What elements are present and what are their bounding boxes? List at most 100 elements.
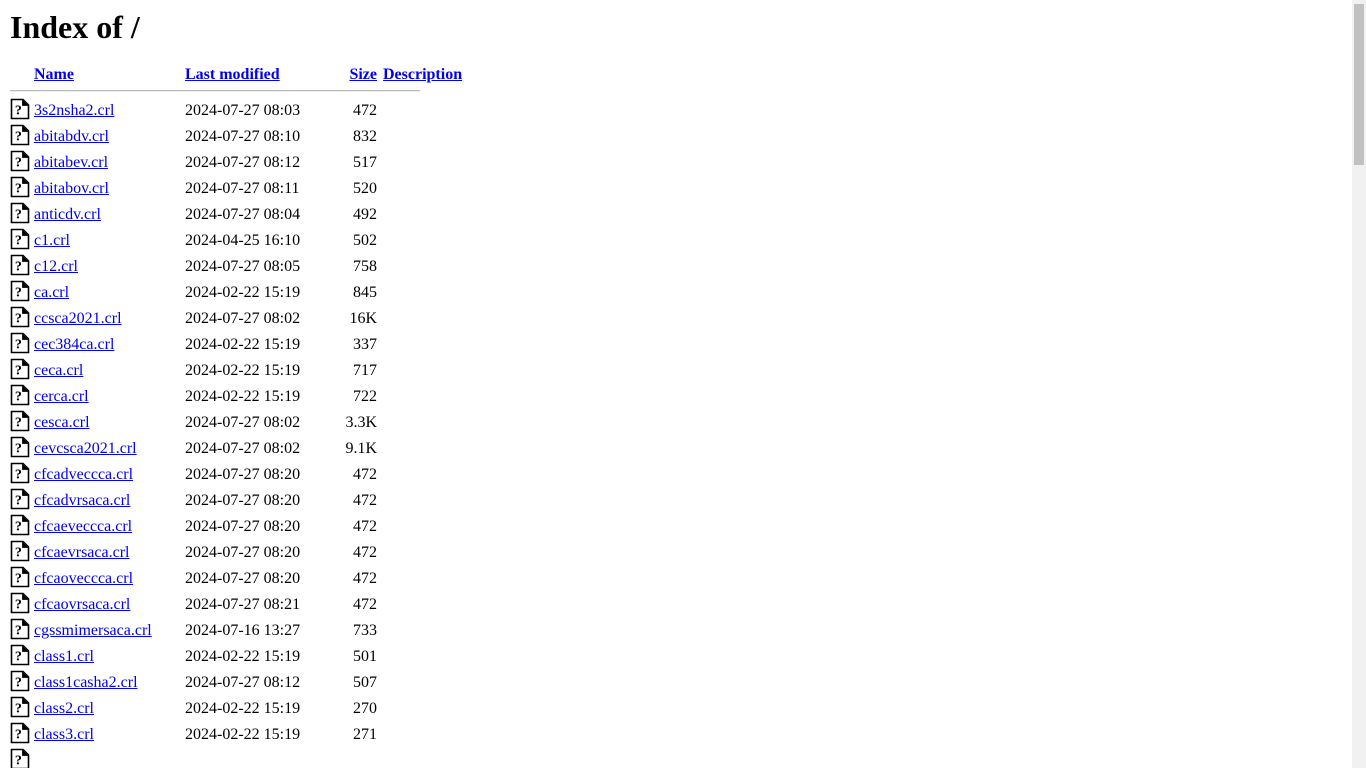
unknown-file-icon: ? <box>10 202 34 228</box>
table-row[interactable]: ? cerca.crl 2024-02-22 15:19 722 <box>10 384 467 410</box>
size-cell: 472 <box>353 518 377 535</box>
file-link[interactable]: cec384ca.crl <box>34 336 114 353</box>
file-name-cell: anticdv.crl <box>34 202 185 228</box>
table-body: ? 3s2nsha2.crl 2024-07-27 08:03 472? abitabd… <box>10 98 467 768</box>
table-row[interactable]: ? cevcsca2021.crl 2024-07-27 08:02 9.1K <box>10 436 467 462</box>
svg-text:?: ? <box>15 338 22 353</box>
table-row[interactable]: ? cec384ca.crl 2024-02-22 15:19 337 <box>10 332 467 358</box>
table-row[interactable]: ? class1.crl 2024-02-22 15:19 501 <box>10 644 467 670</box>
file-link[interactable]: class2.crl <box>34 700 94 717</box>
unknown-file-icon: ? <box>10 644 34 670</box>
last-modified-cell: 2024-07-27 08:02 <box>185 440 301 457</box>
column-header-last-modified: Last modified <box>185 61 340 88</box>
file-link[interactable]: abitabdv.crl <box>34 128 109 145</box>
file-link[interactable]: cfcaevrsaca.crl <box>34 544 129 561</box>
header-separator-cell <box>10 88 467 98</box>
description-cell <box>377 228 467 254</box>
file-name-cell: cgssmimersaca.crl <box>34 618 185 644</box>
table-row[interactable]: ? class2.crl 2024-02-22 15:19 270 <box>10 696 467 722</box>
description-cell <box>377 124 467 150</box>
size-cell: 472 <box>353 544 377 561</box>
table-row[interactable]: ? ceca.crl 2024-02-22 15:19 717 <box>10 358 467 384</box>
table-row[interactable]: ? 3s2nsha2.crl 2024-07-27 08:03 472 <box>10 98 467 124</box>
file-name-cell: 3s2nsha2.crl <box>34 98 185 124</box>
table-row[interactable]: ? cfcaeveccca.crl 2024-07-27 08:20 472 <box>10 514 467 540</box>
table-row[interactable]: ? class3.crl 2024-02-22 15:19 271 <box>10 722 467 748</box>
file-name-cell: class1.crl <box>34 644 185 670</box>
file-link[interactable]: abitabov.crl <box>34 180 109 197</box>
file-link[interactable]: cfcaeveccca.crl <box>34 518 132 535</box>
file-name-cell: ceca.crl <box>34 358 185 384</box>
file-link[interactable]: cgssmimersaca.crl <box>34 622 152 639</box>
table-row[interactable]: ? cfcadveccca.crl 2024-07-27 08:20 472 <box>10 462 467 488</box>
file-link[interactable]: abitabev.crl <box>34 154 108 171</box>
last-modified-cell: 2024-07-27 08:03 <box>185 102 301 119</box>
file-name-cell: abitabov.crl <box>34 176 185 202</box>
table-row[interactable]: ? abitabev.crl 2024-07-27 08:12 517 <box>10 150 467 176</box>
file-link[interactable]: cfcadveccca.crl <box>34 466 133 483</box>
file-link[interactable]: ccsca2021.crl <box>34 310 122 327</box>
file-link[interactable]: 3s2nsha2.crl <box>34 102 114 119</box>
size-cell: 758 <box>353 258 377 275</box>
table-row[interactable]: ? c12.crl 2024-07-27 08:05 758 <box>10 254 467 280</box>
file-link[interactable]: ca.crl <box>34 284 69 301</box>
scrollbar-thumb[interactable] <box>1354 4 1364 165</box>
last-modified-cell: 2024-07-27 08:20 <box>185 544 301 561</box>
table-row[interactable]: ? cfcaoveccca.crl 2024-07-27 08:20 472 <box>10 566 467 592</box>
description-cell <box>377 644 467 670</box>
last-modified-cell: 2024-02-22 15:19 <box>185 726 301 743</box>
vertical-scrollbar[interactable] <box>1352 0 1366 768</box>
svg-text:?: ? <box>15 572 22 587</box>
svg-text:?: ? <box>15 390 22 405</box>
file-link[interactable]: anticdv.crl <box>34 206 101 223</box>
table-row[interactable]: ? cgssmimersaca.crl 2024-07-16 13:27 733 <box>10 618 467 644</box>
unknown-file-icon: ? <box>10 254 34 280</box>
file-link[interactable]: ceca.crl <box>34 362 83 379</box>
table-row[interactable]: ? cfcaevrsaca.crl 2024-07-27 08:20 472 <box>10 540 467 566</box>
table-row[interactable]: ? <box>10 748 467 768</box>
sort-by-size-link[interactable]: Size <box>349 66 377 83</box>
svg-text:?: ? <box>15 234 22 249</box>
file-link[interactable]: cesca.crl <box>34 414 90 431</box>
table-row[interactable]: ? class1casha2.crl 2024-07-27 08:12 507 <box>10 670 467 696</box>
svg-text:?: ? <box>15 104 22 119</box>
file-name-cell <box>34 748 185 768</box>
table-row[interactable]: ? c1.crl 2024-04-25 16:10 502 <box>10 228 467 254</box>
table-row[interactable]: ? cfcadvrsaca.crl 2024-07-27 08:20 472 <box>10 488 467 514</box>
file-link[interactable]: class1casha2.crl <box>34 674 138 691</box>
file-link[interactable]: cerca.crl <box>34 388 89 405</box>
file-link[interactable]: c1.crl <box>34 232 70 249</box>
table-row[interactable]: ? anticdv.crl 2024-07-27 08:04 492 <box>10 202 467 228</box>
table-row[interactable]: ? ccsca2021.crl 2024-07-27 08:02 16K <box>10 306 467 332</box>
table-row[interactable]: ? cfcaovrsaca.crl 2024-07-27 08:21 472 <box>10 592 467 618</box>
file-link[interactable]: cfcaoveccca.crl <box>34 570 133 587</box>
file-link[interactable]: cfcadvrsaca.crl <box>34 492 130 509</box>
last-modified-cell: 2024-04-25 16:10 <box>185 232 301 249</box>
table-row[interactable]: ? abitabdv.crl 2024-07-27 08:10 832 <box>10 124 467 150</box>
size-cell: 492 <box>353 206 377 223</box>
file-link[interactable]: cfcaovrsaca.crl <box>34 596 130 613</box>
table-row[interactable]: ? abitabov.crl 2024-07-27 08:11 520 <box>10 176 467 202</box>
file-name-cell: cfcaevrsaca.crl <box>34 540 185 566</box>
file-name-cell: cevcsca2021.crl <box>34 436 185 462</box>
table-row[interactable]: ? ca.crl 2024-02-22 15:19 845 <box>10 280 467 306</box>
sort-by-name-link[interactable]: Name <box>34 66 74 83</box>
file-link[interactable]: cevcsca2021.crl <box>34 440 137 457</box>
file-link[interactable]: class3.crl <box>34 726 94 743</box>
description-cell <box>377 358 467 384</box>
svg-text:?: ? <box>15 156 22 171</box>
file-link[interactable]: c12.crl <box>34 258 78 275</box>
svg-text:?: ? <box>15 208 22 223</box>
description-cell <box>377 566 467 592</box>
file-name-cell: cfcadvrsaca.crl <box>34 488 185 514</box>
sort-by-last-modified-link[interactable]: Last modified <box>185 66 280 83</box>
sort-by-description-link[interactable]: Description <box>383 66 462 83</box>
svg-text:?: ? <box>15 182 22 197</box>
size-cell: 832 <box>353 128 377 145</box>
table-row[interactable]: ? cesca.crl 2024-07-27 08:02 3.3K <box>10 410 467 436</box>
size-cell: 501 <box>353 648 377 665</box>
unknown-file-icon: ? <box>10 150 34 176</box>
description-cell <box>377 618 467 644</box>
unknown-file-icon: ? <box>10 462 34 488</box>
file-link[interactable]: class1.crl <box>34 648 94 665</box>
